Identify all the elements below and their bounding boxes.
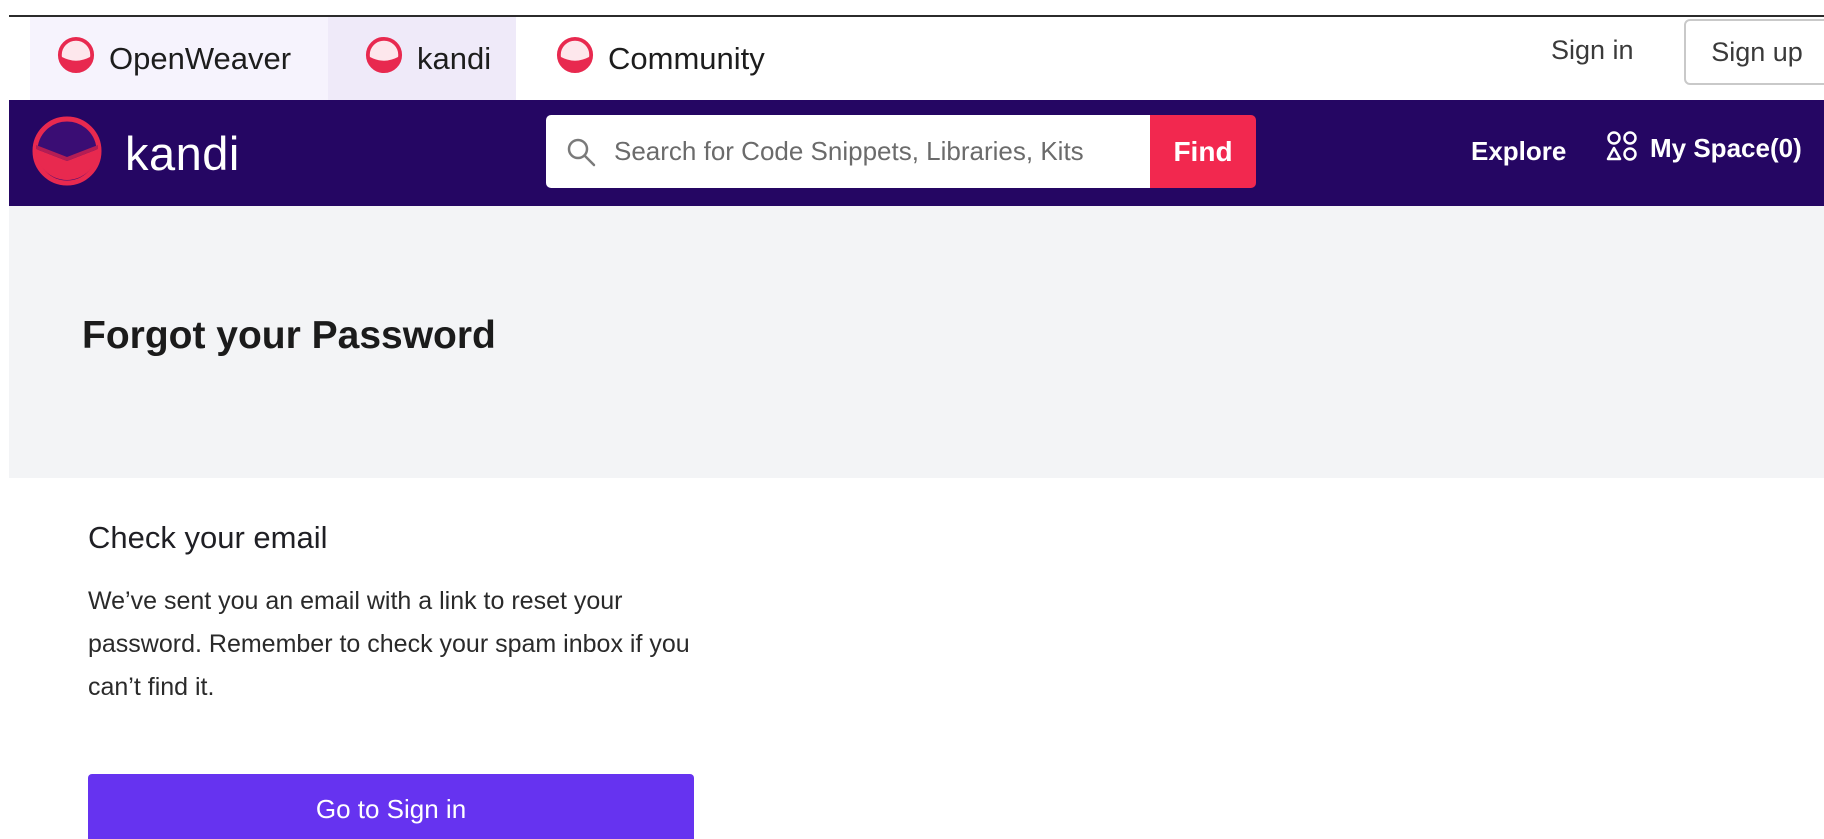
explore-link[interactable]: Explore [1471,136,1566,167]
kandi-logo-icon [365,36,403,82]
product-tab-label: OpenWeaver [109,40,292,76]
page-title: Forgot your Password [82,314,496,357]
page-heading-band: Forgot your Password [9,206,1824,478]
search-icon [566,137,596,167]
product-tab-label: kandi [417,40,492,76]
community-logo-icon [556,36,594,82]
product-switcher-bar: OpenWeaver kandi Community Sign in Sign … [9,17,1824,100]
product-tab-kandi[interactable]: kandi [328,17,516,100]
search-box [546,115,1150,188]
check-email-panel: Check your email We’ve sent you an email… [88,520,708,709]
kandi-navbar: kandi Find Explore My Spac [9,100,1824,206]
product-tab-label: Community [608,40,765,76]
brand-name: kandi [125,126,240,180]
sign-in-link[interactable]: Sign in [1551,35,1634,66]
openweaver-logo-icon [57,36,95,82]
page: OpenWeaver kandi Community Sign in Sign … [0,0,1824,839]
kandi-brand-logo-icon [31,115,103,192]
find-button[interactable]: Find [1150,115,1256,188]
product-tab-community[interactable]: Community [516,17,796,100]
my-space-icon [1606,130,1638,167]
search-input[interactable] [614,136,1134,167]
sign-up-button[interactable]: Sign up [1684,19,1824,85]
product-tab-openweaver[interactable]: OpenWeaver [30,17,328,100]
go-to-sign-in-button[interactable]: Go to Sign in [88,774,694,839]
check-email-heading: Check your email [88,520,328,555]
kandi-brand[interactable]: kandi [31,114,240,192]
my-space-label: My Space(0) [1650,133,1802,163]
my-space-link[interactable]: My Space(0) [1606,130,1802,167]
check-email-message: We’ve sent you an email with a link to r… [88,587,690,701]
